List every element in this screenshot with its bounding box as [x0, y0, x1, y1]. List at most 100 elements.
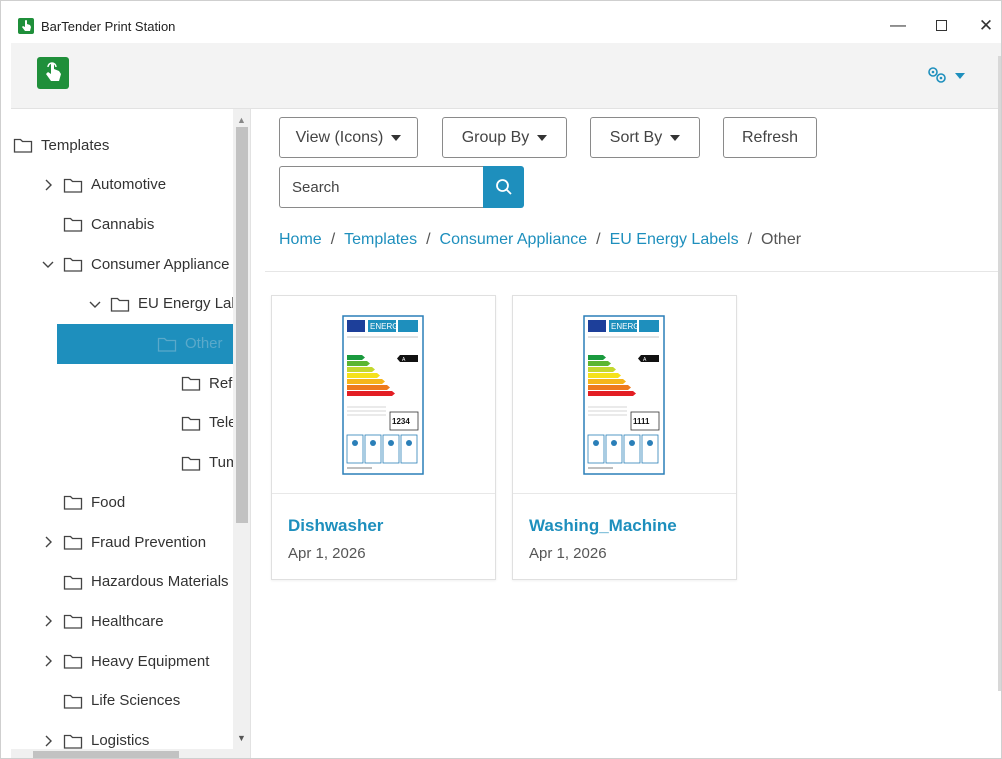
maximize-button[interactable]: [926, 13, 956, 39]
folder-icon: [110, 295, 130, 313]
tree-item-label: Tumble: [209, 454, 233, 472]
tree-item-label: Other: [185, 335, 223, 352]
search-input[interactable]: [279, 166, 483, 208]
tree-item-tumble[interactable]: Tumble: [157, 449, 233, 477]
title-bar: BarTender Print Station — ✕: [1, 1, 1001, 43]
search-icon: [495, 179, 512, 195]
tree-item-label: Fraud Prevention: [91, 533, 207, 551]
template-card[interactable]: ENERG A 1111 Washing_Machine Apr 1, 2026: [512, 295, 737, 580]
folder-icon: [63, 493, 83, 511]
close-button[interactable]: ✕: [971, 13, 1001, 39]
scroll-up-icon[interactable]: ▲: [237, 115, 246, 125]
tree-item-heavy-equipment[interactable]: Heavy Equipment: [39, 647, 209, 675]
folder-icon: [63, 652, 83, 670]
svg-text:ENERG: ENERG: [370, 322, 398, 331]
tree-item-food[interactable]: Food: [39, 488, 125, 516]
tree-item-label: Refrige: [209, 374, 233, 392]
tree-item-hazardous-materials[interactable]: Hazardous Materials: [39, 568, 229, 596]
tree-item-life-sciences[interactable]: Life Sciences: [39, 687, 180, 715]
folder-icon: [181, 454, 201, 472]
sort-by-button[interactable]: Sort By: [590, 117, 700, 158]
tree-item-label: Automotive: [91, 176, 167, 194]
tree-item-consumer-appliance[interactable]: Consumer Appliance: [39, 250, 229, 278]
breadcrumb-item: Other: [761, 231, 802, 248]
tree-item-label: Healthcare: [91, 612, 164, 630]
settings-menu-button[interactable]: [924, 63, 970, 87]
search-button[interactable]: [483, 166, 524, 208]
refresh-button-label: Refresh: [741, 128, 799, 146]
breadcrumb-item[interactable]: Consumer Appliance: [440, 231, 588, 248]
tree-item-label: Hazardous Materials: [91, 573, 229, 591]
svg-text:ENERG: ENERG: [611, 322, 639, 331]
caret-down-icon: [391, 134, 402, 141]
tree-item-templates[interactable]: Templates: [13, 131, 109, 159]
tree-item-label: Templates: [41, 136, 110, 154]
group-by-button[interactable]: Group By: [442, 117, 567, 158]
breadcrumb: Home / Templates / Consumer Appliance / EU Ene…: [279, 231, 801, 249]
tree-item-fraud-prevention[interactable]: Fraud Prevention: [39, 528, 206, 556]
group-button-label: Group By: [461, 128, 530, 146]
caret-down-icon: [537, 134, 548, 141]
folder-icon: [13, 136, 33, 154]
tree-item-healthcare[interactable]: Healthcare: [39, 607, 164, 635]
tree-horizontal-scrollbar[interactable]: [11, 749, 233, 758]
folder-icon: [63, 612, 83, 630]
svg-text:1111: 1111: [633, 417, 650, 426]
chevron-right-icon[interactable]: [39, 176, 57, 194]
tree-item-televisi[interactable]: Televisi: [157, 409, 233, 437]
chevron-down-icon[interactable]: [86, 295, 104, 313]
tree-item-cannabis[interactable]: Cannabis: [39, 210, 154, 238]
tree-item-label: Consumer Appliance: [91, 255, 230, 273]
chevron-down-icon[interactable]: [39, 255, 57, 273]
tree-item-label: EU Energy Lab: [138, 295, 233, 313]
scroll-thumb[interactable]: [33, 751, 179, 758]
tree-item-label: Cannabis: [91, 215, 155, 233]
minimize-button[interactable]: —: [883, 13, 913, 39]
breadcrumb-separator: /: [426, 231, 431, 248]
folder-icon: [63, 573, 83, 591]
breadcrumb-item[interactable]: EU Energy Labels: [610, 231, 739, 248]
folder-icon: [63, 692, 83, 710]
refresh-button[interactable]: Refresh: [723, 117, 817, 158]
scroll-down-icon[interactable]: ▼: [237, 733, 246, 743]
app-icon: [18, 18, 34, 34]
chevron-right-icon[interactable]: [39, 732, 57, 750]
tree-item-label: Logistics: [91, 732, 150, 749]
tree-item-label: Life Sciences: [91, 692, 181, 710]
breadcrumb-separator: /: [596, 231, 601, 248]
scroll-thumb[interactable]: [236, 127, 248, 523]
breadcrumb-separator: /: [747, 231, 753, 248]
chevron-right-icon[interactable]: [39, 612, 57, 630]
tree-item-eu-energy-lab[interactable]: EU Energy Lab: [86, 290, 233, 318]
view-button-label: View (Icons): [295, 128, 384, 146]
template-name[interactable]: Dishwasher: [288, 516, 383, 536]
tree-item-refrige[interactable]: Refrige: [157, 369, 233, 397]
tree-vertical-scrollbar[interactable]: ▲ ▼: [233, 109, 250, 758]
folder-icon: [63, 732, 83, 750]
tree-item-label: Food: [91, 493, 126, 511]
breadcrumb-item[interactable]: Home: [279, 231, 322, 248]
tree-item-other[interactable]: Other: [57, 323, 233, 364]
template-date: Apr 1, 2026: [529, 545, 607, 562]
sort-button-label: Sort By: [609, 128, 663, 146]
touch-hand-icon: [37, 57, 69, 89]
content-scrollbar[interactable]: [998, 56, 1001, 691]
breadcrumb-separator: /: [330, 231, 336, 248]
chevron-right-icon[interactable]: [39, 652, 57, 670]
divider: [265, 271, 1001, 272]
tree-item-automotive[interactable]: Automotive: [39, 171, 166, 199]
breadcrumb-item[interactable]: Templates: [344, 231, 417, 248]
folder-icon: [63, 176, 83, 194]
template-thumbnail: ENERG A 1111: [513, 296, 736, 494]
folder-icon: [63, 215, 83, 233]
template-card[interactable]: ENERG A 1234 Dishwasher Apr 1, 2026: [271, 295, 496, 580]
chevron-right-icon[interactable]: [39, 533, 57, 551]
tree-item-label: Heavy Equipment: [91, 652, 210, 670]
template-name[interactable]: Washing_Machine: [529, 516, 677, 536]
window-title: BarTender Print Station: [41, 19, 176, 34]
view-dropdown-button[interactable]: View (Icons): [279, 117, 418, 158]
